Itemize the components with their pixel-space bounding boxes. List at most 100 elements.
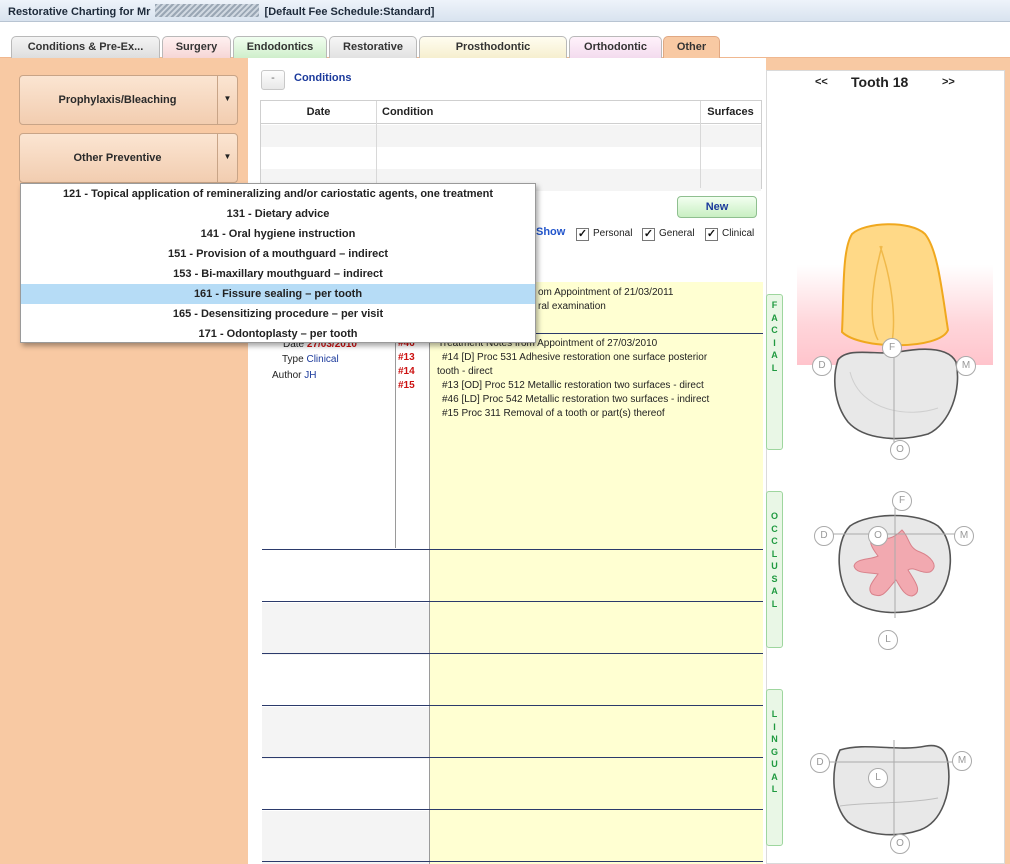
tooth-crown bbox=[834, 348, 959, 440]
other-preventive-menu: 121 - Topical application of remineraliz… bbox=[20, 183, 536, 343]
tab-strip: Conditions & Pre-Ex... Surgery Endodonti… bbox=[0, 22, 1010, 59]
row-divider bbox=[262, 653, 763, 654]
note-2-line: #13 [OD] Proc 512 Metallic restoration t… bbox=[442, 380, 704, 391]
type-label: Type bbox=[282, 354, 304, 365]
tooth-lingual-image[interactable] bbox=[826, 740, 966, 840]
tab-endodontics[interactable]: Endodontics bbox=[233, 36, 327, 58]
lingual-surface-l[interactable]: L bbox=[868, 768, 888, 788]
column-header-condition[interactable]: Condition bbox=[376, 101, 700, 124]
note-2-line: #46 [LD] Proc 542 Metallic restoration t… bbox=[442, 394, 710, 405]
facial-surface-o[interactable]: O bbox=[890, 440, 910, 460]
note-1-line-1: om Appointment of 21/03/2011 bbox=[538, 287, 674, 298]
strip-letter: L bbox=[771, 784, 778, 794]
table-row bbox=[262, 707, 430, 759]
tab-restorative[interactable]: Restorative bbox=[329, 36, 417, 58]
strip-letter: L bbox=[771, 709, 778, 719]
facial-surface-tab[interactable]: F A C I A L bbox=[766, 294, 783, 450]
collapse-conditions-button[interactable]: - bbox=[261, 70, 285, 90]
patient-name-redacted bbox=[155, 4, 260, 17]
chevron-down-icon[interactable]: ▼ bbox=[217, 134, 237, 182]
occlusal-surface-f[interactable]: F bbox=[892, 491, 912, 511]
menu-item-141[interactable]: 141 - Oral hygiene instruction bbox=[21, 224, 535, 244]
column-divider bbox=[376, 101, 377, 188]
tab-conditions[interactable]: Conditions & Pre-Ex... bbox=[11, 36, 160, 58]
other-preventive-dropdown[interactable]: Other Preventive ▼ bbox=[19, 133, 238, 183]
strip-letter: L bbox=[771, 598, 778, 609]
prophylaxis-dropdown[interactable]: Prophylaxis/Bleaching ▼ bbox=[19, 75, 238, 125]
note-2-type: Type Clinical bbox=[282, 354, 339, 365]
strip-letter: G bbox=[770, 746, 778, 757]
strip-letter: O bbox=[770, 511, 778, 521]
tooth-occlusal-image[interactable] bbox=[830, 508, 960, 618]
strip-letter: I bbox=[773, 721, 776, 732]
strip-letter: L bbox=[771, 548, 778, 559]
row-divider bbox=[262, 861, 763, 862]
menu-item-165[interactable]: 165 - Desensitizing procedure – per visi… bbox=[21, 304, 535, 324]
column-header-date[interactable]: Date bbox=[261, 101, 376, 124]
tooth-facial-image[interactable] bbox=[820, 222, 970, 442]
window-title-bar: Restorative Charting for Mr [Default Fee… bbox=[0, 0, 1010, 22]
tab-orthodontic[interactable]: Orthodontic bbox=[569, 36, 662, 58]
author-value[interactable]: JH bbox=[304, 370, 316, 381]
show-label: Show bbox=[536, 226, 566, 238]
personal-checkbox[interactable]: ✓ bbox=[576, 228, 589, 241]
column-header-surfaces[interactable]: Surfaces bbox=[700, 101, 761, 124]
menu-item-121[interactable]: 121 - Topical application of remineraliz… bbox=[21, 184, 535, 204]
menu-item-151[interactable]: 151 - Provision of a mouthguard – indire… bbox=[21, 244, 535, 264]
table-row bbox=[262, 603, 430, 655]
strip-letter: U bbox=[771, 561, 778, 571]
tooth-ref: #13 bbox=[398, 352, 415, 363]
prophylaxis-label: Prophylaxis/Bleaching bbox=[58, 94, 177, 106]
lingual-surface-tab[interactable]: L I N G U A L bbox=[766, 689, 783, 846]
note-1-line-2: ral examination bbox=[538, 301, 606, 312]
occlusal-surface-l[interactable]: L bbox=[878, 630, 898, 650]
conditions-table: Date Condition Surfaces bbox=[260, 100, 762, 191]
prev-tooth-link[interactable]: << bbox=[815, 76, 828, 88]
lingual-surface-o[interactable]: O bbox=[890, 834, 910, 854]
occlusal-surface-m[interactable]: M bbox=[954, 526, 974, 546]
menu-item-153[interactable]: 153 - Bi-maxillary mouthguard – indirect bbox=[21, 264, 535, 284]
type-value[interactable]: Clinical bbox=[306, 354, 338, 365]
table-row[interactable] bbox=[261, 147, 761, 169]
tooth-ref: #15 bbox=[398, 380, 415, 391]
new-button[interactable]: New bbox=[677, 196, 757, 218]
menu-item-131[interactable]: 131 - Dietary advice bbox=[21, 204, 535, 224]
row-divider bbox=[262, 809, 763, 810]
menu-item-161[interactable]: 161 - Fissure sealing – per tooth bbox=[21, 284, 535, 304]
facial-surface-d[interactable]: D bbox=[812, 356, 832, 376]
strip-letter: L bbox=[771, 362, 778, 373]
strip-letter: A bbox=[771, 586, 778, 596]
clinical-label: Clinical bbox=[722, 228, 755, 239]
tooth-title: Tooth 18 bbox=[851, 74, 909, 90]
tab-surgery[interactable]: Surgery bbox=[162, 36, 231, 58]
strip-letter: A bbox=[771, 771, 778, 782]
personal-label: Personal bbox=[593, 228, 633, 239]
row-divider bbox=[262, 705, 763, 706]
general-checkbox[interactable]: ✓ bbox=[642, 228, 655, 241]
clinical-checkbox[interactable]: ✓ bbox=[705, 228, 718, 241]
tooth-ref: #14 bbox=[398, 366, 415, 377]
tab-prosthodontic[interactable]: Prosthodontic bbox=[419, 36, 567, 58]
strip-letter: A bbox=[771, 350, 778, 360]
lingual-surface-d[interactable]: D bbox=[810, 753, 830, 773]
lingual-surface-m[interactable]: M bbox=[952, 751, 972, 771]
strip-letter: F bbox=[771, 300, 778, 310]
tab-other[interactable]: Other bbox=[663, 36, 720, 59]
strip-letter: U bbox=[771, 759, 778, 769]
strip-letter: C bbox=[771, 523, 778, 534]
facial-surface-f[interactable]: F bbox=[882, 338, 902, 358]
next-tooth-link[interactable]: >> bbox=[942, 76, 955, 88]
table-row[interactable] bbox=[261, 125, 761, 147]
occlusal-surface-d[interactable]: D bbox=[814, 526, 834, 546]
occlusal-surface-o[interactable]: O bbox=[868, 526, 888, 546]
note-2-author: Author JH bbox=[272, 370, 316, 381]
occlusal-surface-tab[interactable]: O C C L U S A L bbox=[766, 491, 783, 648]
menu-item-171[interactable]: 171 - Odontoplasty – per tooth bbox=[21, 324, 535, 344]
strip-letter: C bbox=[771, 536, 778, 546]
window-title-suffix: [Default Fee Schedule:Standard] bbox=[264, 6, 435, 18]
tooth-root bbox=[840, 223, 950, 347]
table-row bbox=[262, 811, 430, 864]
row-divider bbox=[262, 549, 763, 550]
chevron-down-icon[interactable]: ▼ bbox=[217, 76, 237, 124]
facial-surface-m[interactable]: M bbox=[956, 356, 976, 376]
